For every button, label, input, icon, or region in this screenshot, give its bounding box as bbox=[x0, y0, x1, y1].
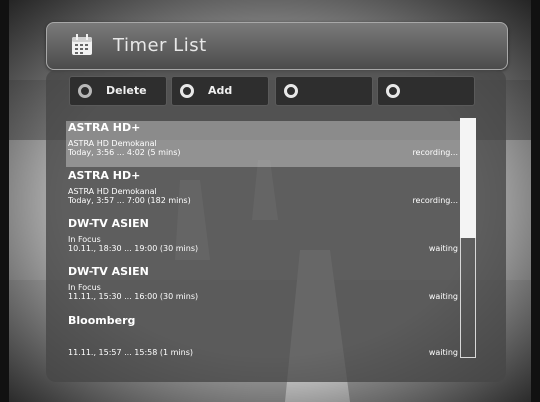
timer-time: 11.11., 15:57 ... 15:58 (1 mins) bbox=[68, 348, 194, 357]
function-button-4[interactable] bbox=[377, 76, 475, 106]
add-button-label: Add bbox=[208, 84, 233, 97]
timer-event: ASTRA HD Demokanal bbox=[68, 187, 157, 196]
timer-status: waiting bbox=[428, 348, 458, 357]
timer-time: 10.11., 18:30 ... 19:00 (30 mins) bbox=[68, 244, 199, 253]
timer-time: Today, 3:57 ... 7:00 (182 mins) bbox=[68, 196, 191, 205]
timer-status: waiting bbox=[428, 292, 458, 301]
white-key-icon bbox=[386, 84, 400, 98]
timer-channel: ASTRA HD+ bbox=[68, 121, 141, 134]
white-key-icon bbox=[180, 84, 194, 98]
timer-event: ASTRA HD Demokanal bbox=[68, 139, 157, 148]
timer-row[interactable]: ASTRA HD+ ASTRA HD Demokanal Today, 3:56… bbox=[66, 121, 460, 167]
timer-row[interactable]: DW-TV ASIEN In Focus 11.11., 15:30 ... 1… bbox=[66, 265, 460, 311]
function-button-3[interactable] bbox=[275, 76, 373, 106]
timer-event: In Focus bbox=[68, 235, 101, 244]
timer-status: recording... bbox=[412, 196, 458, 205]
timer-channel: DW-TV ASIEN bbox=[68, 217, 149, 230]
white-key-icon bbox=[284, 84, 298, 98]
timer-channel: DW-TV ASIEN bbox=[68, 265, 149, 278]
timer-status: waiting bbox=[428, 244, 458, 253]
timer-time: 11.11., 15:30 ... 16:00 (30 mins) bbox=[68, 292, 199, 301]
add-button[interactable]: Add bbox=[171, 76, 269, 106]
title-bar: Timer List bbox=[46, 22, 508, 70]
calendar-icon bbox=[72, 34, 92, 55]
page-title: Timer List bbox=[113, 35, 207, 56]
timer-channel: ASTRA HD+ bbox=[68, 169, 141, 182]
timer-row[interactable]: Bloomberg 11.11., 15:57 ... 15:58 (1 min… bbox=[66, 314, 460, 360]
delete-button-label: Delete bbox=[106, 84, 147, 97]
timer-row[interactable]: ASTRA HD+ ASTRA HD Demokanal Today, 3:57… bbox=[66, 169, 460, 215]
tv-screen: Timer List Delete Add ASTRA HD+ ASTRA HD… bbox=[0, 0, 540, 402]
timer-time: Today, 3:56 ... 4:02 (5 mins) bbox=[68, 148, 181, 157]
scrollbar-thumb[interactable] bbox=[460, 118, 476, 238]
timer-event: In Focus bbox=[68, 283, 101, 292]
delete-button[interactable]: Delete bbox=[69, 76, 167, 106]
grey-key-icon bbox=[78, 84, 92, 98]
timer-channel: Bloomberg bbox=[68, 314, 136, 327]
timer-status: recording... bbox=[412, 148, 458, 157]
timer-row[interactable]: DW-TV ASIEN In Focus 10.11., 18:30 ... 1… bbox=[66, 217, 460, 263]
